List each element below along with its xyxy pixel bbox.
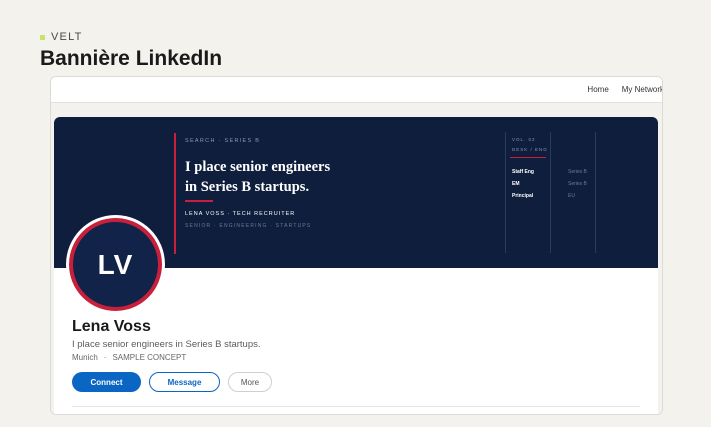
profile-note: SAMPLE CONCEPT — [112, 353, 187, 362]
avatar[interactable]: LV — [69, 218, 162, 311]
banner-headline-line-1: I place senior engineers — [185, 159, 331, 175]
table-key: Principal — [512, 193, 534, 199]
profile-name: Lena Voss — [72, 318, 151, 335]
banner-eyebrow: SEARCH · SERIES B — [185, 138, 261, 144]
banner-divider — [505, 132, 506, 253]
card-divider — [72, 406, 640, 407]
profile-card: SEARCH · SERIES B I place senior enginee… — [54, 117, 658, 414]
banner-tags: SENIOR · ENGINEERING · STARTUPS — [185, 223, 312, 229]
table-key: EM — [512, 181, 520, 187]
headline-underline — [185, 200, 213, 202]
brand-name: VELT — [51, 31, 83, 43]
banner-volume: VOL. 02 DESK / ENG — [512, 135, 548, 155]
banner-accent-rule — [174, 133, 176, 254]
brand-dot-icon — [40, 34, 45, 40]
volume-rule — [510, 157, 546, 158]
brand: VELT — [40, 31, 83, 43]
nav-home[interactable]: Home — [587, 85, 608, 94]
banner-headline-line-2: in Series B startups. — [185, 179, 310, 195]
page-title: Bannière LinkedIn — [40, 47, 223, 70]
table-key: Staff Eng — [512, 169, 534, 175]
profile-meta: Munich · SAMPLE CONCEPT — [72, 353, 186, 362]
table-value: EU — [568, 193, 575, 199]
volume-number: VOL. 02 — [512, 137, 536, 142]
table-value: Series B — [568, 169, 587, 175]
meta-separator: · — [103, 353, 107, 362]
browser-frame: Home My Network SEARCH · SERIES B I plac… — [50, 76, 663, 415]
profile-actions: Connect Message More — [72, 372, 272, 392]
banner-headline: I place senior engineers in Series B sta… — [185, 157, 330, 197]
profile-tagline: I place senior engineers in Series B sta… — [72, 339, 261, 350]
table-row: EM Series B — [512, 178, 587, 190]
table-row: Staff Eng Series B — [512, 166, 587, 178]
message-button[interactable]: Message — [149, 372, 220, 392]
banner-byline: LENA VOSS · TECH RECRUITER — [185, 211, 296, 217]
top-nav: Home My Network — [51, 77, 662, 103]
more-button[interactable]: More — [228, 372, 272, 392]
profile-location: Munich — [72, 353, 98, 362]
volume-desk: DESK / ENG — [512, 147, 548, 152]
nav-my-network[interactable]: My Network — [622, 85, 662, 94]
banner-divider — [595, 132, 596, 253]
banner-table: Staff Eng Series B EM Series B Principal… — [512, 166, 587, 202]
table-row: Principal EU — [512, 190, 587, 202]
connect-button[interactable]: Connect — [72, 372, 141, 392]
table-value: Series B — [568, 181, 587, 187]
